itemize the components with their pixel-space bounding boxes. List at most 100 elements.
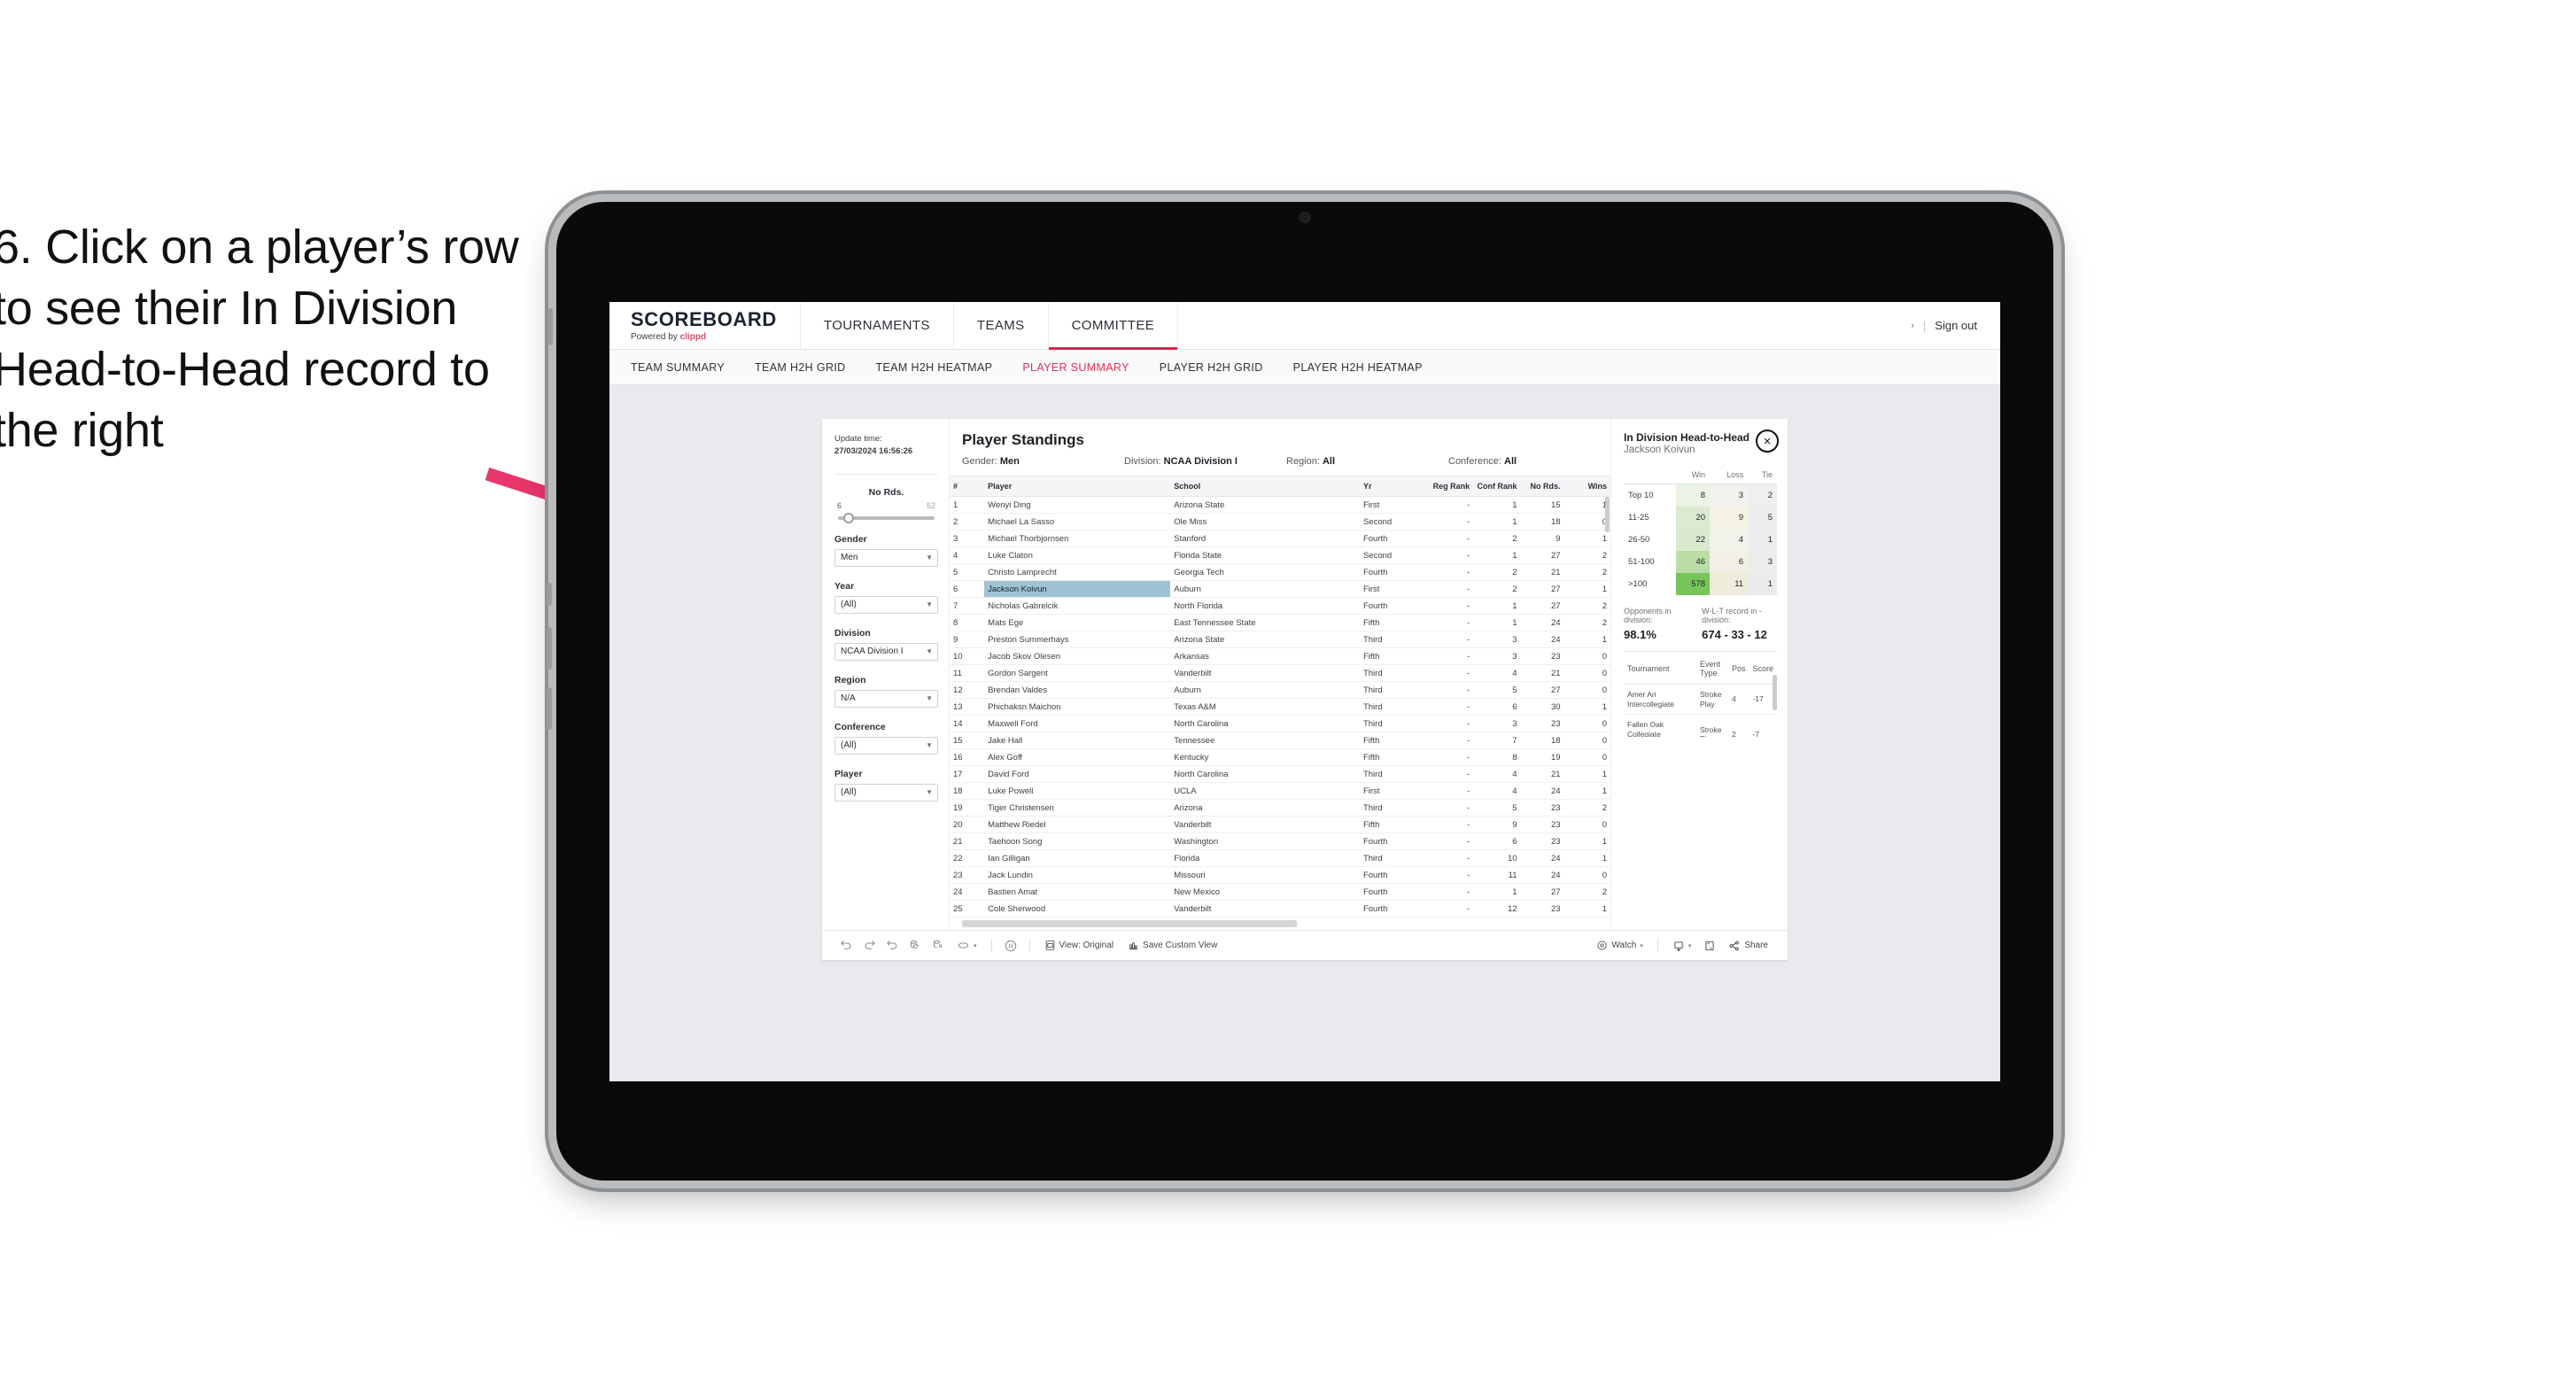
table-row[interactable]: 14 Maxwell Ford North Carolina Third -3 23 0 [950,715,1610,732]
standings-vertical-scrollbar[interactable] [1605,497,1610,532]
cell-player: Taehoon Song [984,832,1171,850]
h2h-cell-tie[interactable]: 2 [1748,484,1777,507]
nav-teams[interactable]: TEAMS [954,302,1049,349]
table-row[interactable]: 2Michael La SassoOle MissSecond-1180 [950,513,1610,530]
col-reg-rank[interactable]: Reg Rank [1425,476,1474,497]
tab-player-h2h-heatmap[interactable]: PLAYER H2H HEATMAP [1293,361,1423,374]
watch-button[interactable]: Watch ▾ [1589,940,1649,951]
h2h-cell-win[interactable]: 8 [1675,484,1711,507]
table-row[interactable]: 17 David Ford North Carolina Third -4 21 1 [950,765,1610,783]
h2h-cell-win[interactable]: 20 [1675,507,1711,529]
cell-no-rds: 18 [1520,732,1564,749]
table-row[interactable]: 24 Bastien Amat New Mexico Fourth -1 27 2 [950,883,1610,901]
h2h-cell-tie[interactable]: 3 [1748,551,1777,573]
h2h-cell-loss[interactable]: 4 [1710,529,1749,551]
table-row[interactable]: 18 Luke Powell UCLA First -4 24 1 [950,782,1610,800]
col-rank[interactable]: # [950,476,985,497]
col-conf-rank[interactable]: Conf Rank [1473,476,1521,497]
col-player[interactable]: Player [984,476,1171,497]
gender-select[interactable]: Men ▼ [834,548,938,567]
h2h-cell-loss[interactable]: 9 [1710,507,1749,529]
table-row[interactable]: 19 Tiger Christensen Arizona Third -5 23 2 [950,799,1610,817]
table-row[interactable]: 22 Ian Gilligan Florida Third -10 24 1 [950,849,1610,867]
download-button[interactable]: ▾ [1665,940,1699,952]
table-row[interactable]: 6 Jackson Koivun Auburn First -2 27 1 [950,580,1610,598]
cell-school: Vanderbilt [1170,816,1360,833]
share-button[interactable]: Share [1721,940,1775,952]
table-row[interactable]: 4 Luke Claton Florida State Second -1 27 2 [950,546,1610,564]
h2h-cell-tie[interactable]: 5 [1748,507,1777,529]
h2h-cell-tie[interactable]: 1 [1748,529,1777,551]
pause-icon[interactable] [999,934,1022,957]
col-no-rds[interactable]: No Rds. [1520,476,1564,497]
device-button-volume-up[interactable] [547,627,552,670]
col-wins[interactable]: Wins [1563,476,1610,497]
table-row[interactable]: 20 Matthew Riedel Vanderbilt Fifth -9 23 0 [950,816,1610,833]
tournament-scrollbar[interactable] [1773,675,1777,710]
table-row[interactable]: 8 Mats Ege East Tennessee State Fifth -1 24 2 [950,614,1610,631]
nav-tournaments[interactable]: TOURNAMENTS [801,302,954,349]
table-row[interactable]: 13 Phichaksn Maichon Texas A&M Third -6 30 1 [950,698,1610,716]
table-row[interactable]: 12 Brendan Valdes Auburn Third -5 27 0 [950,681,1610,699]
col-school[interactable]: School [1170,476,1360,497]
tournament-row[interactable]: Amer Ari Intercollegiate Stroke Play 4 -17 [1624,684,1777,716]
table-row[interactable]: 9 Preston Summerhays Arizona State Third -3 2… [950,631,1610,648]
pause-auto-update-icon[interactable] [927,934,950,957]
table-row[interactable]: 5 Christo Lamprecht Georgia Tech Fourth -2 21… [950,563,1610,581]
table-row[interactable]: 16 Alex Goff Kentucky Fifth -8 19 0 [950,748,1610,766]
h2h-cell-tie[interactable]: 1 [1748,573,1777,595]
tab-player-summary[interactable]: PLAYER SUMMARY [1022,361,1129,374]
slider-handle[interactable] [843,512,854,523]
tab-team-h2h-grid[interactable]: TEAM H2H GRID [755,361,845,374]
table-row[interactable]: 23 Jack Lundin Missouri Fourth -11 24 0 [950,866,1610,884]
cell-conf-rank: 5 [1473,799,1521,817]
fullscreen-icon[interactable] [1698,934,1721,957]
tab-player-h2h-grid[interactable]: PLAYER H2H GRID [1160,361,1263,374]
cell-school: Kentucky [1170,748,1360,766]
close-icon[interactable]: × [1756,430,1779,453]
chevron-right-icon[interactable]: › [1911,321,1914,331]
table-row[interactable]: 11 Gordon Sargent Vanderbilt Third -4 21 0 [950,664,1610,682]
standings-hscroll-area [950,918,1610,930]
h2h-row: 51-100 46 6 3 [1624,551,1777,573]
table-row[interactable]: 1Wenyi DingArizona StateFirst-1151 [950,496,1610,514]
conference-select[interactable]: (All) ▼ [834,736,938,755]
h2h-cell-win[interactable]: 22 [1675,529,1711,551]
save-custom-view-button[interactable]: Save Custom View [1121,940,1224,951]
tab-team-summary[interactable]: TEAM SUMMARY [631,361,725,374]
table-row[interactable]: 7 Nicholas Gabrelcik North Florida Fourth -1… [950,597,1610,615]
refresh-data-icon[interactable] [904,934,927,957]
device-button-power[interactable] [547,583,552,606]
standings-horizontal-scrollbar[interactable] [962,920,1297,927]
tournament-row[interactable]: Fallen Oak Collegiate InvitationalStroke… [1624,714,1777,737]
cell-wins: 0 [1563,681,1610,699]
undo-icon[interactable] [834,934,857,957]
cell-yr: Fifth [1359,732,1426,749]
year-select[interactable]: (All) ▼ [834,595,938,614]
nav-committee[interactable]: COMMITTEE [1048,302,1179,350]
table-row[interactable]: 25 Cole Sherwood Vanderbilt Fourth -12 23 1 [950,900,1610,918]
region-select[interactable]: N/A ▼ [834,689,938,708]
redo-icon[interactable] [857,934,881,957]
cell-school: Vanderbilt [1170,900,1360,918]
select-tool[interactable]: ▾ [950,939,984,952]
brand-logo[interactable]: SCOREBOARD Powered by clippd [609,302,801,349]
h2h-cell-loss[interactable]: 3 [1710,484,1749,507]
revert-icon[interactable] [881,934,904,957]
device-button-volume-down[interactable] [547,687,552,730]
sign-out-link[interactable]: Sign out [1935,319,1977,332]
table-row[interactable]: 15 Jake Hall Tennessee Fifth -7 18 0 [950,732,1610,749]
tab-team-h2h-heatmap[interactable]: TEAM H2H HEATMAP [876,361,993,374]
h2h-cell-loss[interactable]: 11 [1710,573,1749,595]
table-row[interactable]: 10 Jacob Skov Olesen Arkansas Fifth -3 23 0 [950,647,1610,665]
division-select[interactable]: NCAA Division I ▼ [834,642,938,661]
col-yr[interactable]: Yr [1359,476,1426,497]
h2h-cell-loss[interactable]: 6 [1710,551,1749,573]
no-rounds-slider[interactable] [838,512,935,523]
view-original-button[interactable]: View: Original [1037,940,1121,951]
table-row[interactable]: 21 Taehoon Song Washington Fourth -6 23 1 [950,832,1610,850]
player-select[interactable]: (All) ▼ [834,783,938,801]
h2h-cell-win[interactable]: 46 [1675,551,1711,573]
table-row[interactable]: 3 Michael Thorbjornsen Stanford Fourth -2 9 1 [950,530,1610,547]
h2h-cell-win[interactable]: 578 [1675,573,1711,595]
